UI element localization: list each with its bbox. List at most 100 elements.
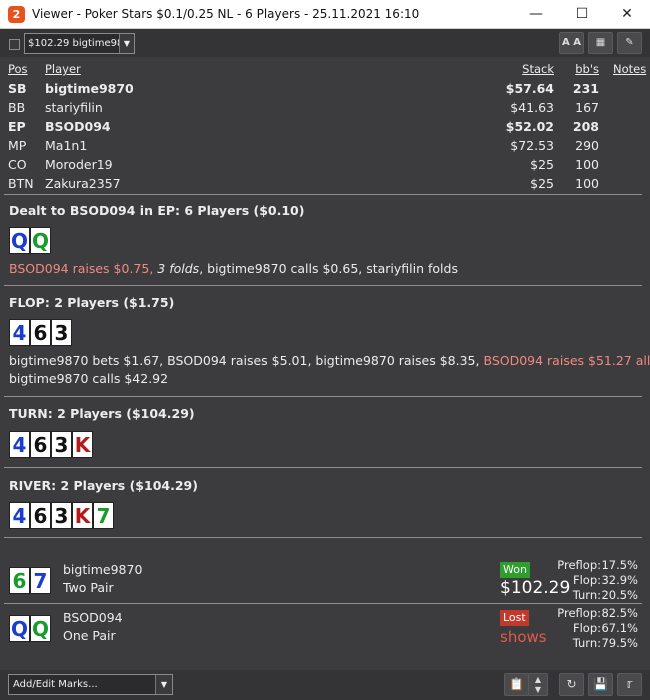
turn-cards: 463K xyxy=(9,431,93,459)
player-bbs: 208 xyxy=(572,119,599,134)
clipboard-button[interactable]: 📋 xyxy=(504,673,529,696)
close-button[interactable]: ✕ xyxy=(604,0,650,29)
hand-select-dropdown[interactable]: $102.29 bigtime987 ▼ xyxy=(24,33,135,54)
player-pos: EP xyxy=(8,119,26,134)
equity-value: 79.5% xyxy=(601,636,638,650)
player-row[interactable]: SB bigtime9870 $57.64 231 xyxy=(0,81,650,100)
chevron-down-icon[interactable]: ▼ xyxy=(155,675,172,694)
playing-card: Q xyxy=(30,227,51,254)
flop-action-line1: bigtime9870 bets $1.67, BSOD094 raises $… xyxy=(9,353,480,368)
equity-value: 67.1% xyxy=(601,621,638,635)
header-bbs[interactable]: bb's xyxy=(575,62,599,76)
player-bbs: 100 xyxy=(575,157,599,172)
twitter-button[interactable]: 𝕣 xyxy=(617,673,642,696)
equity-list: Preflop: 82.5% Flop: 67.1% Turn: 79.5% xyxy=(518,606,638,651)
toolbar: $102.29 bigtime987 ▼ A A ▦ ✎ xyxy=(0,29,650,57)
player-stack: $57.64 xyxy=(505,81,554,96)
equity-value: 82.5% xyxy=(601,606,638,620)
playing-card: 7 xyxy=(30,567,51,594)
divider xyxy=(4,396,642,397)
playing-card: 7 xyxy=(93,502,114,529)
marks-dropdown[interactable]: Add/Edit Marks... ▼ xyxy=(8,674,173,695)
player-name: stariyfilin xyxy=(45,100,103,115)
minimize-icon: — xyxy=(529,6,543,22)
player-name: Moroder19 xyxy=(45,157,113,172)
divider xyxy=(4,537,642,538)
player-name: Zakura2357 xyxy=(45,176,121,191)
font-size-icon: A A xyxy=(562,37,581,48)
playing-card: 6 xyxy=(30,319,51,346)
hand-checkbox[interactable] xyxy=(9,39,20,50)
grid-button[interactable]: ▦ xyxy=(588,32,613,54)
playing-card: 6 xyxy=(30,502,51,529)
result-row: 67 bigtime9870 Two Pair Won $102.29 Pref… xyxy=(0,553,650,603)
flop-action-allin: BSOD094 raises $51.27 all-in, xyxy=(483,353,650,368)
stepper-button[interactable]: ▲ ▼ xyxy=(528,673,548,696)
player-pos: BB xyxy=(8,100,26,115)
player-stack: $41.63 xyxy=(510,100,554,115)
player-pos: MP xyxy=(8,138,27,153)
player-name: bigtime9870 xyxy=(45,81,134,96)
window-title: Viewer - Poker Stars $0.1/0.25 NL - 6 Pl… xyxy=(32,7,420,21)
player-row[interactable]: CO Moroder19 $25 100 xyxy=(0,157,650,176)
flop-cards: 463 xyxy=(9,319,72,347)
playing-card: 4 xyxy=(9,431,30,458)
equity-label: Flop: xyxy=(572,621,601,635)
player-row[interactable]: BTN Zakura2357 $25 100 xyxy=(0,176,650,195)
playing-card: 4 xyxy=(9,319,30,346)
preflop-action-folds: 3 folds xyxy=(157,261,200,276)
refresh-button[interactable]: ↻ xyxy=(559,673,584,696)
equity-list: Preflop: 17.5% Flop: 32.9% Turn: 20.5% xyxy=(518,558,638,603)
playing-card: Q xyxy=(9,227,30,254)
font-size-button[interactable]: A A xyxy=(559,32,584,54)
playing-card: 6 xyxy=(9,567,30,594)
player-bbs: 290 xyxy=(575,138,599,153)
player-row[interactable]: MP Ma1n1 $72.53 290 xyxy=(0,138,650,157)
player-row[interactable]: EP BSOD094 $52.02 208 xyxy=(0,119,650,138)
playing-card: K xyxy=(72,502,93,529)
maximize-button[interactable]: ☐ xyxy=(559,0,605,29)
chevron-down-icon[interactable]: ▼ xyxy=(119,34,134,53)
divider xyxy=(4,285,642,286)
header-notes[interactable]: Notes xyxy=(613,62,646,76)
equity-label: Turn: xyxy=(572,636,601,650)
edit-button[interactable]: ✎ xyxy=(617,32,642,54)
minimize-button[interactable]: — xyxy=(513,0,559,29)
header-player[interactable]: Player xyxy=(45,62,81,76)
result-row: QQ BSOD094 One Pair Lost shows Preflop: 8… xyxy=(0,601,650,651)
player-bbs: 100 xyxy=(575,176,599,191)
grid-icon: ▦ xyxy=(595,37,606,48)
player-name: Ma1n1 xyxy=(45,138,88,153)
refresh-icon: ↻ xyxy=(566,677,577,691)
result-hand-desc: Two Pair xyxy=(63,580,114,595)
playing-card: 3 xyxy=(51,431,72,458)
equity-label: Preflop: xyxy=(557,558,601,572)
playing-card: Q xyxy=(9,615,30,642)
playing-card: 3 xyxy=(51,502,72,529)
playing-card: K xyxy=(72,431,93,458)
preflop-action-raise: BSOD094 raises $0.75, xyxy=(9,261,154,276)
equity-value: 32.9% xyxy=(601,573,638,587)
header-stack[interactable]: Stack xyxy=(522,62,554,76)
equity-label: Flop: xyxy=(572,573,601,587)
divider xyxy=(4,467,642,468)
marks-label: Add/Edit Marks... xyxy=(13,679,98,690)
playing-card: 3 xyxy=(51,319,72,346)
river-title: RIVER: 2 Players ($104.29) xyxy=(9,478,198,493)
header-pos[interactable]: Pos xyxy=(8,62,28,76)
result-player-name: BSOD094 xyxy=(63,610,123,625)
player-pos: CO xyxy=(8,157,27,172)
player-row[interactable]: BB stariyfilin $41.63 167 xyxy=(0,100,650,119)
stepper-icon: ▲ ▼ xyxy=(534,675,542,694)
flop-action-line2: bigtime9870 calls $42.92 xyxy=(9,371,169,386)
save-button[interactable]: 💾 xyxy=(588,673,613,696)
equity-value: 17.5% xyxy=(601,558,638,572)
preflop-action-rest: , bigtime9870 calls $0.65, stariyfilin f… xyxy=(199,261,458,276)
save-icon: 💾 xyxy=(593,677,608,691)
playing-card: 4 xyxy=(9,502,30,529)
result-player-name: bigtime9870 xyxy=(63,562,143,577)
twitter-icon: 𝕣 xyxy=(626,677,633,691)
preflop-title: Dealt to BSOD094 in EP: 6 Players ($0.10… xyxy=(9,203,305,218)
maximize-icon: ☐ xyxy=(575,6,589,22)
equity-label: Turn: xyxy=(572,588,601,602)
